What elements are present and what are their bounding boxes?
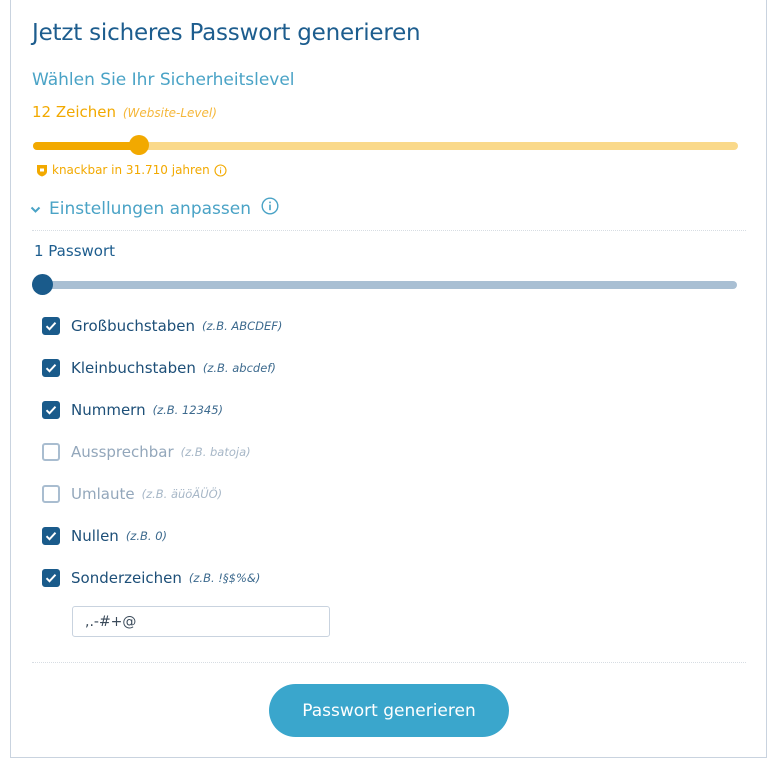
option-label: Umlaute (71, 485, 135, 503)
checkmark-icon (45, 532, 57, 541)
option-label: Sonderzeichen (71, 569, 182, 587)
option-hint: (z.B. ABCDEF) (202, 319, 283, 333)
option-special-characters[interactable]: Sonderzeichen (z.B. !§$%&) (42, 569, 260, 587)
generate-password-button[interactable]: Passwort generieren (269, 684, 509, 737)
length-slider-thumb[interactable] (128, 135, 149, 155)
option-hint: (z.B. batoja) (180, 445, 251, 459)
length-label: 12 Zeichen (Website-Level) (32, 103, 217, 121)
password-count-slider[interactable] (32, 274, 737, 296)
option-hint: (z.B. abcdef) (202, 361, 276, 375)
option-label: Nullen (71, 527, 119, 545)
chevron-down-icon (30, 199, 41, 219)
checkmark-icon (45, 574, 57, 583)
page-title: Jetzt sicheres Passwort generieren (32, 20, 421, 46)
settings-toggle[interactable]: Einstellungen anpassen (30, 197, 279, 220)
option-uppercase[interactable]: Großbuchstaben (z.B. ABCDEF) (42, 317, 282, 335)
crack-time-info: knackbar in 31.710 jahren (36, 163, 227, 177)
security-level-heading: Wählen Sie Ihr Sicherheitslevel (32, 70, 295, 90)
option-label: Aussprechbar (71, 443, 174, 461)
option-hint: (z.B. äüöÄÜÖ) (141, 487, 223, 501)
option-label: Großbuchstaben (71, 317, 196, 335)
option-checkbox[interactable] (42, 485, 60, 503)
option-label: Nummern (71, 401, 146, 419)
length-hint: (Website-Level) (122, 106, 217, 120)
option-zeros[interactable]: Nullen (z.B. 0) (42, 527, 167, 545)
option-hint: (z.B. 0) (125, 529, 167, 543)
settings-divider (32, 230, 746, 231)
option-checkbox[interactable] (42, 443, 60, 461)
length-slider-fill (33, 142, 139, 150)
settings-info-icon[interactable] (261, 197, 279, 220)
option-umlauts[interactable]: Umlaute (z.B. äüöÄÜÖ) (42, 485, 222, 503)
option-checkbox[interactable] (42, 317, 60, 335)
length-value: 12 Zeichen (32, 103, 117, 121)
count-slider-track (32, 281, 737, 289)
checkmark-icon (45, 406, 57, 415)
option-checkbox[interactable] (42, 401, 60, 419)
option-lowercase[interactable]: Kleinbuchstaben (z.B. abcdef) (42, 359, 276, 377)
special-characters-input[interactable] (72, 606, 330, 637)
shield-icon (36, 164, 48, 177)
option-hint: (z.B. !§$%&) (188, 571, 261, 585)
option-label: Kleinbuchstaben (71, 359, 196, 377)
option-checkbox[interactable] (42, 527, 60, 545)
count-slider-thumb[interactable] (32, 274, 53, 295)
option-hint: (z.B. 12345) (152, 403, 224, 417)
settings-toggle-label: Einstellungen anpassen (49, 198, 251, 219)
bottom-divider (32, 662, 746, 663)
option-checkbox[interactable] (42, 359, 60, 377)
option-checkbox[interactable] (42, 569, 60, 587)
info-icon[interactable] (214, 163, 227, 177)
checkmark-icon (45, 364, 57, 373)
option-pronounceable[interactable]: Aussprechbar (z.B. batoja) (42, 443, 251, 461)
option-numbers[interactable]: Nummern (z.B. 12345) (42, 401, 223, 419)
length-slider[interactable] (33, 135, 738, 155)
password-count-label: 1 Passwort (34, 242, 115, 260)
crack-time-text: knackbar in 31.710 jahren (52, 163, 210, 177)
checkmark-icon (45, 322, 57, 331)
